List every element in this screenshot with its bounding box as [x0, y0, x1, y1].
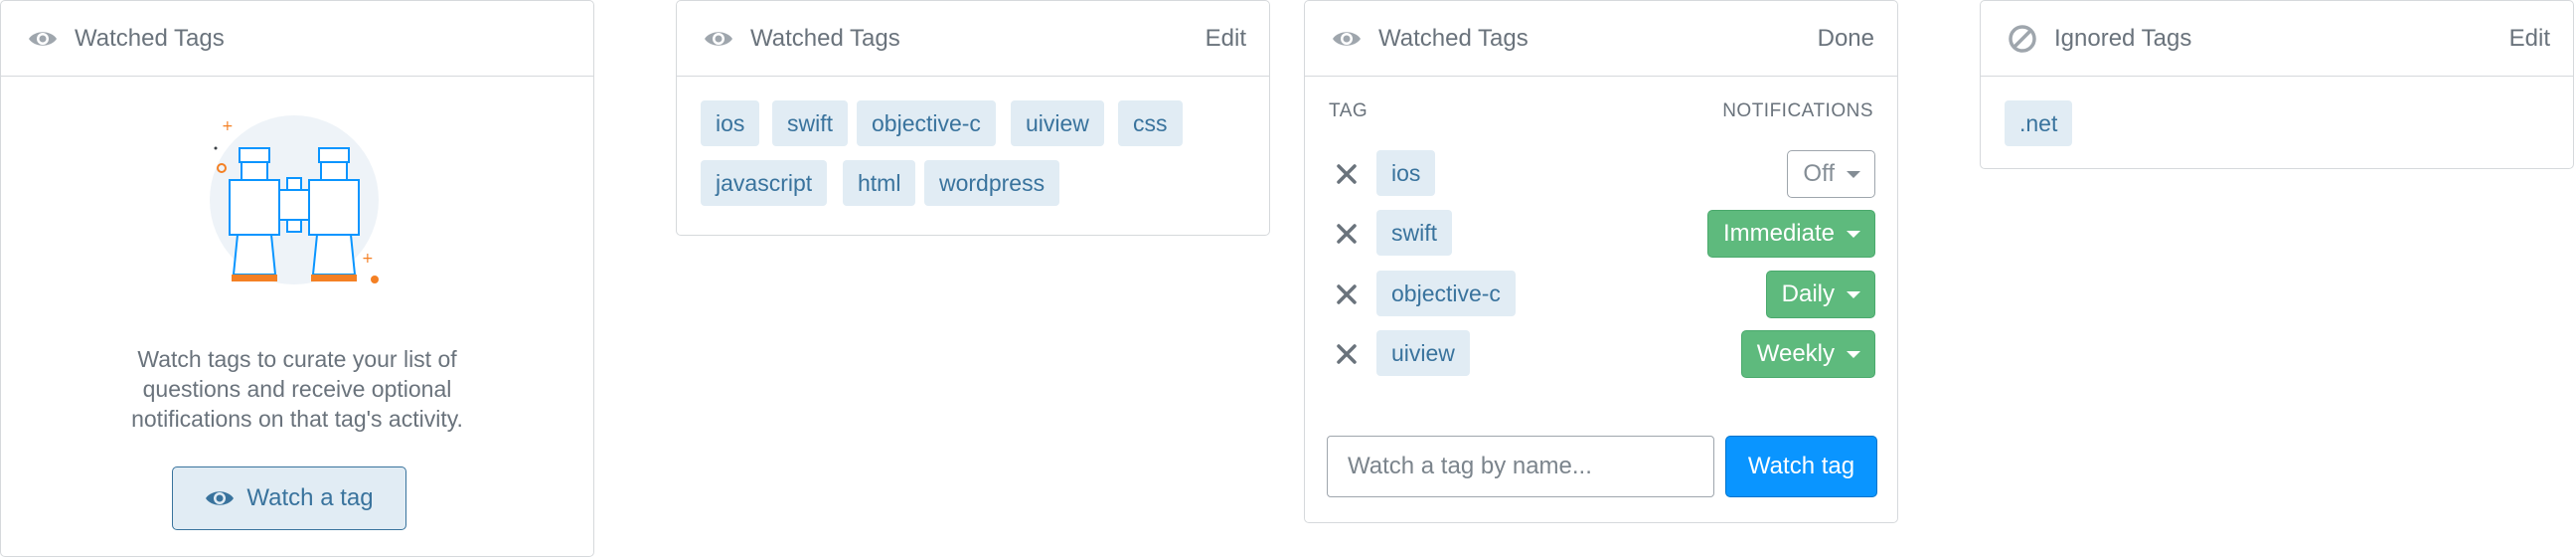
- panel-header: Watched Tags Edit: [677, 1, 1269, 77]
- notification-select[interactable]: Daily: [1765, 271, 1875, 318]
- remove-icon[interactable]: [1331, 338, 1363, 370]
- ignored-tags-panel: Ignored Tags Edit .net: [1980, 0, 2574, 169]
- tag-ios[interactable]: ios: [701, 100, 760, 146]
- ban-icon: [2007, 23, 2038, 55]
- tag-ios[interactable]: ios: [1376, 150, 1436, 196]
- tag-uiview[interactable]: uiview: [1376, 330, 1470, 376]
- description-line: Watch tags to curate your list of: [137, 346, 457, 372]
- eye-icon: [703, 23, 734, 55]
- done-link[interactable]: Done: [1818, 25, 1874, 53]
- watched-tag-row: ios Off: [1305, 150, 1899, 198]
- panel-header: Ignored Tags Edit: [1981, 1, 2573, 77]
- tag-swift[interactable]: swift: [772, 100, 848, 146]
- tag-swift[interactable]: swift: [1376, 210, 1452, 256]
- edit-link[interactable]: Edit: [2509, 25, 2550, 53]
- notification-select[interactable]: Off: [1787, 150, 1875, 198]
- panel-title: Watched Tags: [1378, 24, 1529, 52]
- watched-tag-row: uiview Weekly: [1305, 330, 1899, 378]
- eye-icon: [205, 488, 235, 508]
- svg-text:+: +: [362, 251, 374, 267]
- tag-javascript[interactable]: javascript: [701, 160, 828, 206]
- remove-icon[interactable]: [1331, 158, 1363, 190]
- column-header-tag: TAG: [1329, 100, 1368, 121]
- watch-tag-button[interactable]: Watch tag: [1725, 436, 1877, 497]
- watch-tag-input[interactable]: [1327, 436, 1714, 497]
- caret-down-icon: [1847, 350, 1860, 358]
- watched-tags-empty-panel: Watched Tags + + Watch tags to curate yo…: [0, 0, 594, 557]
- panel-title: Watched Tags: [750, 24, 900, 52]
- tag-dotnet[interactable]: .net: [2005, 100, 2073, 146]
- remove-icon[interactable]: [1331, 278, 1363, 310]
- watched-tag-row: objective-c Daily: [1305, 271, 1899, 318]
- tag-objective-c[interactable]: objective-c: [1376, 271, 1516, 316]
- column-header-notifications: NOTIFICATIONS: [1722, 100, 1873, 121]
- notification-value: Immediate: [1722, 220, 1835, 247]
- notification-value: Daily: [1781, 280, 1835, 307]
- panel-title: Watched Tags: [75, 24, 225, 52]
- notification-value: Weekly: [1756, 340, 1835, 367]
- tag-uiview[interactable]: uiview: [1011, 100, 1104, 146]
- notification-select[interactable]: Weekly: [1740, 330, 1875, 378]
- edit-link[interactable]: Edit: [1206, 25, 1246, 53]
- svg-text:+: +: [222, 118, 234, 134]
- binoculars-illustration: + +: [200, 110, 399, 299]
- caret-down-icon: [1847, 290, 1860, 298]
- eye-icon: [1331, 23, 1363, 55]
- eye-icon: [27, 23, 59, 55]
- remove-icon[interactable]: [1331, 218, 1363, 250]
- notification-select[interactable]: Immediate: [1706, 210, 1875, 258]
- empty-state-description: Watch tags to curate your list of questi…: [61, 344, 534, 434]
- watched-tags-panel: Watched Tags Edit ios swift objective-c …: [676, 0, 1270, 236]
- panel-header: Watched Tags Done: [1305, 1, 1897, 77]
- watched-tags-edit-panel: Watched Tags Done TAG NOTIFICATIONS ios …: [1304, 0, 1898, 523]
- caret-down-icon: [1847, 170, 1860, 178]
- description-line: questions and receive optional: [142, 376, 452, 402]
- panel-header: Watched Tags: [1, 1, 593, 77]
- tag-objective-c[interactable]: objective-c: [857, 100, 996, 146]
- tag-html[interactable]: html: [843, 160, 916, 206]
- caret-down-icon: [1847, 230, 1860, 238]
- panel-title: Ignored Tags: [2054, 24, 2192, 52]
- notification-value: Off: [1803, 160, 1835, 187]
- description-line: notifications on that tag's activity.: [131, 406, 463, 432]
- watch-a-tag-button[interactable]: Watch a tag: [172, 466, 406, 530]
- button-label: Watch a tag: [246, 484, 374, 511]
- tag-wordpress[interactable]: wordpress: [924, 160, 1060, 206]
- watched-tag-row: swift Immediate: [1305, 210, 1899, 258]
- tag-css[interactable]: css: [1118, 100, 1183, 146]
